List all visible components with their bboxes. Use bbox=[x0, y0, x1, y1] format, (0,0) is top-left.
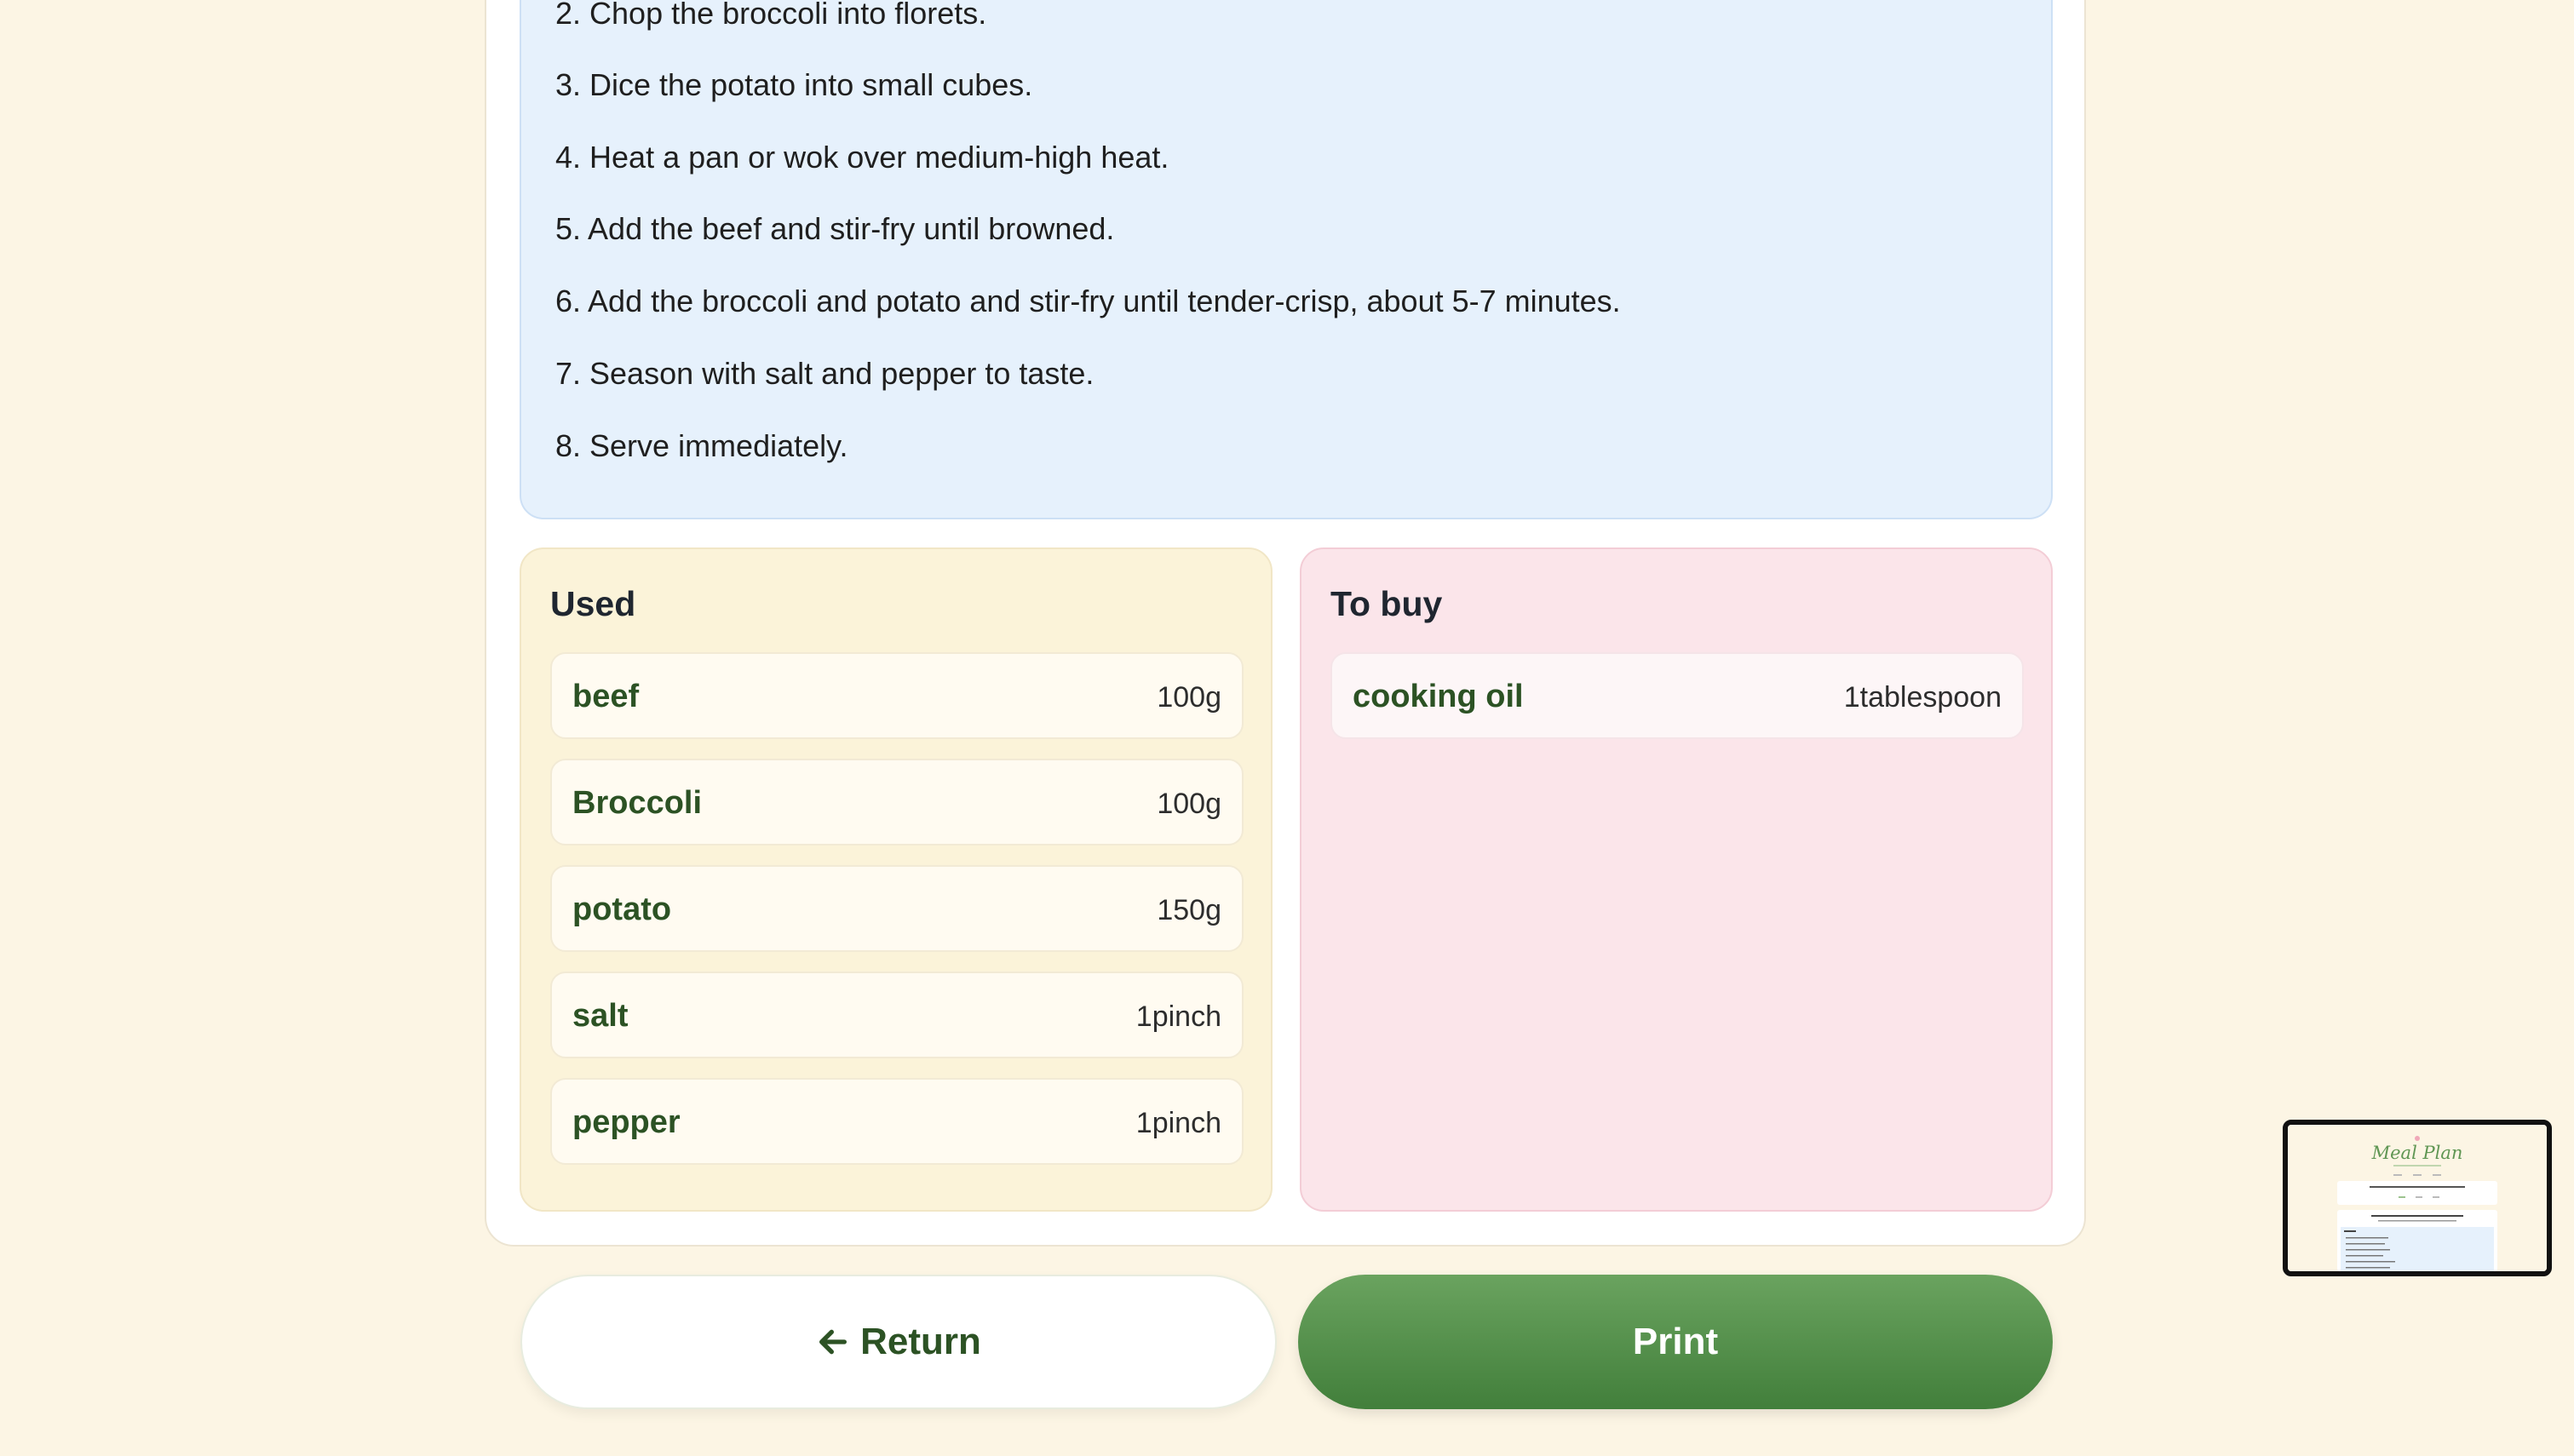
used-ingredients-panel: Used beef 100g Broccoli 100g potato 150g… bbox=[520, 547, 1273, 1212]
ingredient-row: beef 100g bbox=[550, 652, 1244, 739]
thumbnail-title: Meal Plan bbox=[2371, 1143, 2463, 1163]
print-button[interactable]: Print bbox=[1298, 1275, 2053, 1409]
return-label: Return bbox=[860, 1321, 981, 1362]
ingredient-row: salt 1pinch bbox=[550, 972, 1244, 1058]
ingredient-row: pepper 1pinch bbox=[550, 1078, 1244, 1165]
ingredient-name: potato bbox=[572, 891, 672, 927]
step-item: 3. Dice the potato into small cubes. bbox=[555, 67, 1033, 102]
page-thumbnail[interactable]: Meal Plan bbox=[2283, 1120, 2552, 1276]
thumbnail-preview: Meal Plan bbox=[2288, 1125, 2547, 1271]
step-item: 5. Add the beef and stir-fry until brown… bbox=[555, 211, 1115, 246]
ingredient-name: Broccoli bbox=[572, 785, 703, 821]
step-item: 2. Chop the broccoli into florets. bbox=[555, 0, 987, 31]
step-item: 8. Serve immediately. bbox=[555, 428, 848, 463]
used-title: Used bbox=[550, 584, 636, 623]
shopping-row: cooking oil 1tablespoon bbox=[1330, 652, 2024, 739]
ingredient-quantity: 150g bbox=[1157, 894, 1221, 926]
to-buy-title: To buy bbox=[1330, 584, 1443, 623]
ingredient-name: pepper bbox=[572, 1104, 681, 1140]
to-buy-panel: To buy cooking oil 1tablespoon bbox=[1300, 547, 2053, 1212]
ingredient-quantity: 1tablespoon bbox=[1843, 681, 2002, 714]
ingredient-quantity: 100g bbox=[1157, 788, 1221, 820]
return-button[interactable]: Return bbox=[520, 1275, 1277, 1409]
ingredient-quantity: 100g bbox=[1157, 681, 1221, 714]
step-item: 6. Add the broccoli and potato and stir-… bbox=[555, 284, 1621, 318]
ingredient-quantity: 1pinch bbox=[1135, 1000, 1221, 1033]
ingredient-name: cooking oil bbox=[1353, 679, 1524, 714]
ingredient-row: Broccoli 100g bbox=[550, 759, 1244, 846]
arrow-left-icon bbox=[819, 1329, 847, 1355]
print-label: Print bbox=[1632, 1321, 1719, 1362]
ingredient-name: salt bbox=[572, 998, 629, 1034]
step-item: 7. Season with salt and pepper to taste. bbox=[555, 356, 1095, 391]
ingredient-name: beef bbox=[572, 679, 640, 714]
step-item: 4. Heat a pan or wok over medium-high he… bbox=[555, 140, 1169, 175]
ingredient-row: potato 150g bbox=[550, 865, 1244, 952]
ingredient-quantity: 1pinch bbox=[1135, 1107, 1221, 1139]
